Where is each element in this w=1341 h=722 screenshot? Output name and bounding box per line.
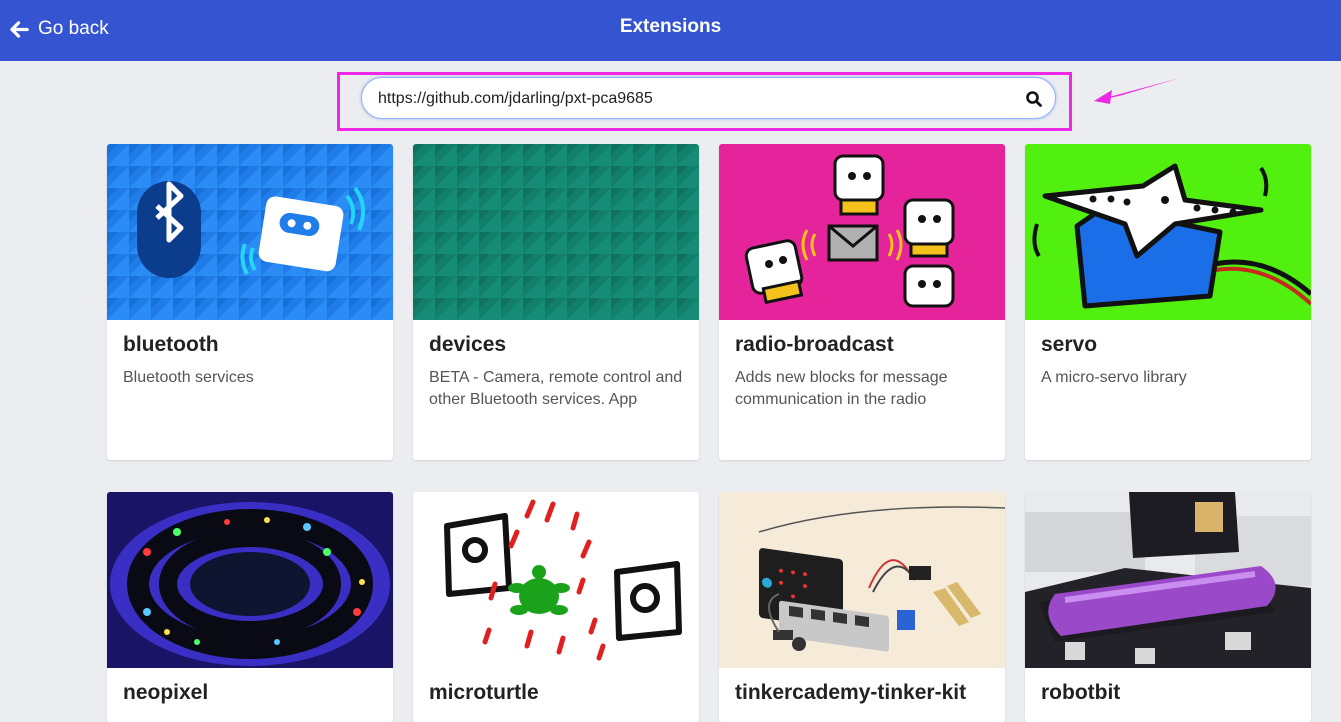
extension-card-devices[interactable]: devices BETA - Camera, remote control an… <box>413 144 699 460</box>
search-icon[interactable] <box>1025 90 1043 108</box>
extension-name: robotbit <box>1041 681 1121 704</box>
devices-image <box>413 144 699 320</box>
extension-card-radio-broadcast[interactable]: radio-broadcast Adds new blocks for mess… <box>719 144 1005 460</box>
extension-card-servo[interactable]: servo A micro-servo library <box>1025 144 1311 460</box>
robotbit-image <box>1025 492 1311 668</box>
annotation-arrow-icon <box>1094 78 1180 104</box>
extension-card-microturtle[interactable]: microturtle <box>413 492 699 722</box>
extension-description: Adds new blocks for message communicatio… <box>735 369 948 408</box>
extension-card-neopixel[interactable]: neopixel <box>107 492 393 722</box>
extension-name: microturtle <box>429 681 539 704</box>
neopixel-image <box>107 492 393 668</box>
extension-name: radio-broadcast <box>735 333 894 356</box>
extension-name: devices <box>429 333 507 356</box>
extension-card-bluetooth[interactable]: bluetooth Bluetooth services <box>107 144 393 460</box>
search-box <box>361 77 1056 119</box>
servo-image <box>1025 144 1311 320</box>
extension-card-tinkercademy-tinker-kit[interactable]: tinkercademy-tinker-kit <box>719 492 1005 722</box>
extension-name: tinkercademy-tinker-kit <box>735 681 967 704</box>
search-input[interactable] <box>378 87 1018 111</box>
extension-description: Bluetooth services <box>123 369 254 386</box>
page-title: Extensions <box>619 16 722 37</box>
extension-description: BETA - Camera, remote control and other … <box>429 369 683 408</box>
extension-card-robotbit[interactable]: robotbit <box>1025 492 1311 722</box>
radio-broadcast-image <box>719 144 1005 320</box>
tinker-kit-image <box>719 492 1005 668</box>
extension-description: A micro-servo library <box>1041 369 1187 386</box>
bluetooth-image <box>107 144 393 320</box>
header-bar: Go back Extensions <box>0 0 1341 61</box>
extension-name: bluetooth <box>123 333 219 356</box>
microturtle-image <box>413 492 699 668</box>
extension-name: neopixel <box>123 681 209 704</box>
extension-name: servo <box>1041 333 1098 356</box>
